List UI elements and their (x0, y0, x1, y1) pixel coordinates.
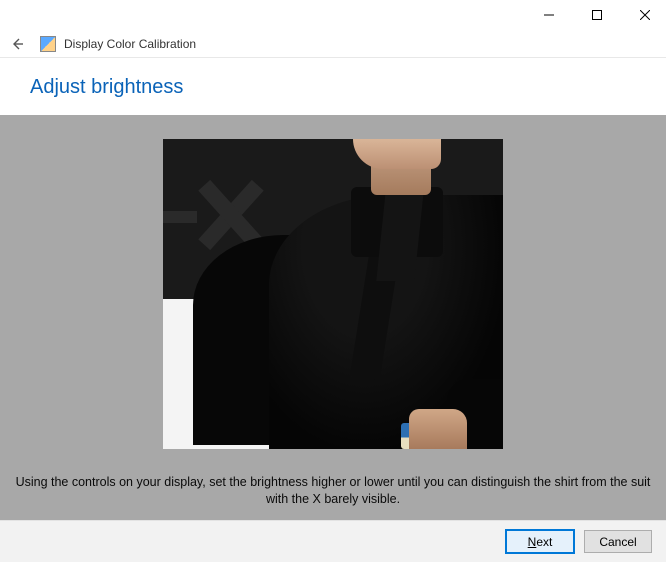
footer-bar: Next Cancel (0, 520, 666, 562)
calibration-image-area: Using the controls on your display, set … (0, 115, 666, 520)
next-button[interactable]: Next (506, 530, 574, 553)
reference-photo (163, 139, 503, 449)
window-titlebar (0, 0, 666, 30)
maximize-button[interactable] (582, 3, 612, 27)
header-bar: Display Color Calibration (0, 30, 666, 58)
instruction-text: Using the controls on your display, set … (0, 474, 666, 508)
minimize-button[interactable] (534, 3, 564, 27)
close-button[interactable] (630, 3, 660, 27)
app-icon (40, 36, 56, 52)
back-button[interactable] (8, 35, 26, 53)
content-header: Adjust brightness (0, 58, 666, 115)
cancel-button[interactable]: Cancel (584, 530, 652, 553)
window-title: Display Color Calibration (64, 37, 196, 51)
page-heading: Adjust brightness (30, 76, 666, 99)
